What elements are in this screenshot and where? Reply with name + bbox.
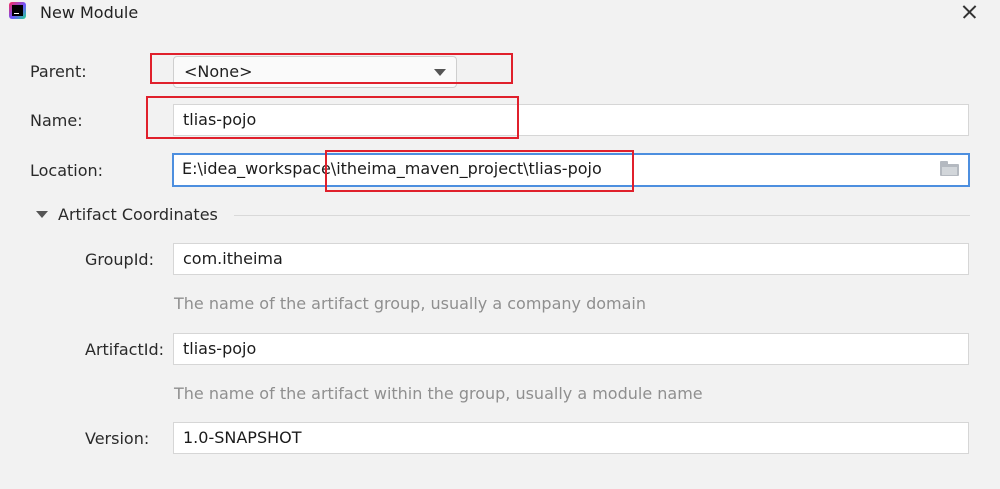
parent-dropdown[interactable]: <None> <box>173 56 457 88</box>
collapse-triangle-icon[interactable] <box>36 211 48 218</box>
section-divider <box>234 215 970 216</box>
chevron-down-icon <box>434 69 446 76</box>
parent-label: Parent: <box>30 62 87 81</box>
groupid-label: GroupId: <box>85 250 154 269</box>
location-label: Location: <box>30 161 104 180</box>
artifactid-input[interactable]: tlias-pojo <box>173 333 969 365</box>
name-label: Name: <box>30 111 83 130</box>
version-label: Version: <box>85 429 150 448</box>
location-input[interactable]: E:\idea_workspace\itheima_maven_project\… <box>172 153 970 187</box>
groupid-input[interactable]: com.itheima <box>173 243 969 275</box>
name-input[interactable]: tlias-pojo <box>173 104 969 136</box>
section-title-artifact[interactable]: Artifact Coordinates <box>58 205 218 224</box>
close-icon[interactable] <box>958 0 982 24</box>
artifactid-hint: The name of the artifact within the grou… <box>174 384 703 403</box>
window-title: New Module <box>40 3 139 22</box>
app-logo-icon <box>9 2 26 19</box>
folder-icon[interactable] <box>940 161 959 176</box>
artifactid-label: ArtifactId: <box>85 340 165 359</box>
title-bar: New Module <box>0 0 1000 26</box>
location-value: E:\idea_workspace\itheima_maven_project\… <box>182 159 602 178</box>
version-input[interactable]: 1.0-SNAPSHOT <box>173 422 969 454</box>
groupid-hint: The name of the artifact group, usually … <box>174 294 646 313</box>
parent-value: <None> <box>184 62 253 81</box>
